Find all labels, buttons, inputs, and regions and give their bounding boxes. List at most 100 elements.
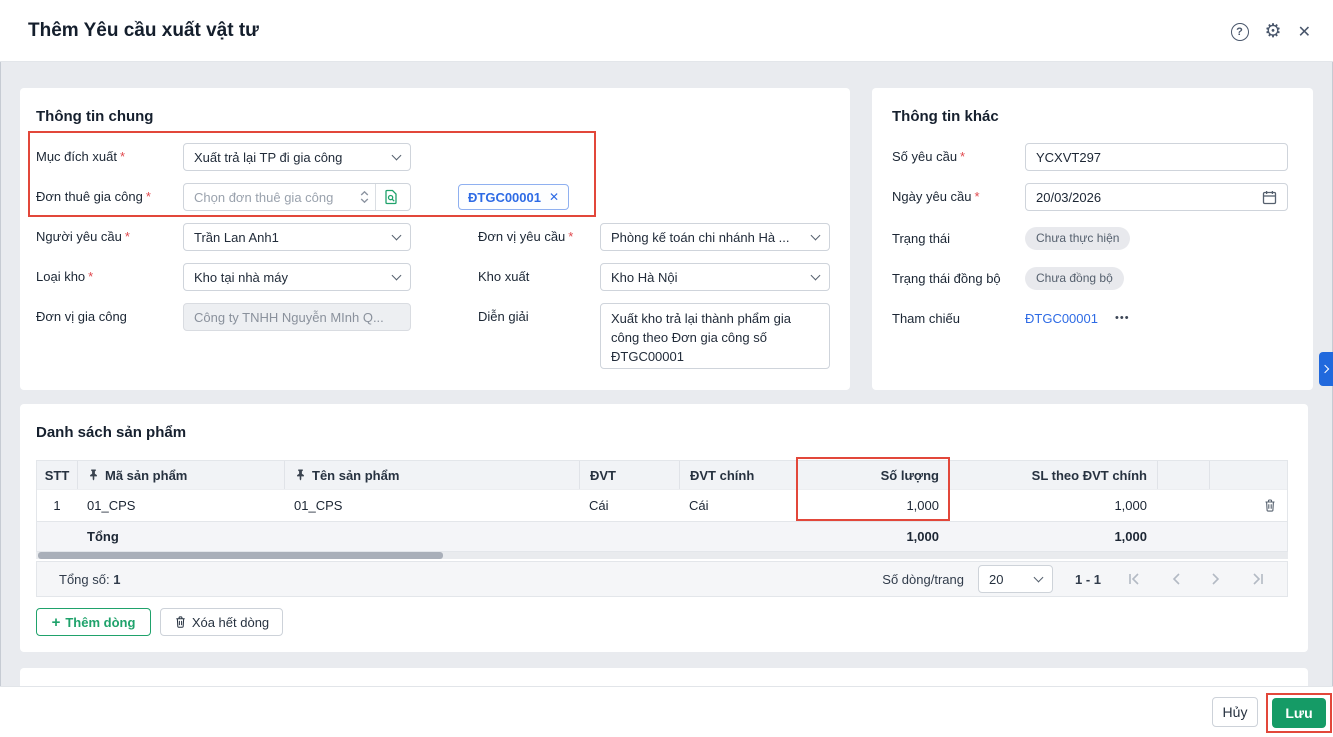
delete-all-rows-button[interactable]: Xóa hết dòng bbox=[160, 608, 283, 636]
column-header-unit[interactable]: ĐVT bbox=[579, 461, 679, 489]
section-title-other: Thông tin khác bbox=[892, 108, 999, 125]
more-icon[interactable]: ••• bbox=[1115, 305, 1130, 333]
cell-actions bbox=[1209, 490, 1287, 521]
gear-icon[interactable]: ⚙ bbox=[1265, 22, 1282, 41]
page-range: 1 - 1 bbox=[1074, 571, 1101, 587]
total-cell-empty bbox=[1157, 522, 1209, 551]
rows-per-page-value: 20 bbox=[988, 571, 1004, 587]
column-header-stt[interactable]: STT bbox=[37, 461, 77, 489]
panel-other-info: Thông tin khác Số yêu cầu * YCXVT297 Ngày… bbox=[872, 88, 1313, 390]
processing-order-combo[interactable]: Chọn đơn thuê gia công bbox=[183, 183, 411, 211]
section-title-products: Danh sách sản phẩm bbox=[36, 424, 187, 441]
scrollbar-thumb[interactable] bbox=[38, 552, 443, 559]
last-page-icon[interactable] bbox=[1251, 573, 1265, 585]
label-sync-status: Trạng thái đồng bộ bbox=[892, 265, 1001, 293]
warehouse-type-select[interactable]: Kho tại nhà máy bbox=[183, 263, 411, 291]
column-header-qty-main-unit[interactable]: SL theo ĐVT chính bbox=[949, 461, 1157, 489]
save-button[interactable]: Lưu bbox=[1272, 698, 1326, 728]
column-header-product-code[interactable]: Mã sản phẩm bbox=[77, 461, 284, 489]
add-row-label: Thêm dòng bbox=[65, 614, 136, 630]
column-header-product-name[interactable]: Tên sản phẩm bbox=[284, 461, 579, 489]
cell-product-code[interactable]: 01_CPS bbox=[77, 490, 284, 521]
label-requester: Người yêu cầu * bbox=[36, 223, 130, 251]
label-request-number: Số yêu cầu * bbox=[892, 143, 965, 171]
chip-remove-icon[interactable]: ✕ bbox=[549, 190, 559, 204]
processing-unit-value: Công ty TNHH Nguyễn MInh Q... bbox=[194, 309, 384, 325]
pagination bbox=[1127, 573, 1265, 585]
cell-qty-main-unit[interactable]: 1,000 bbox=[949, 490, 1157, 521]
required-marker: * bbox=[88, 269, 94, 284]
cell-unit[interactable]: Cái bbox=[579, 490, 679, 521]
label-processing-unit: Đơn vị gia công bbox=[36, 303, 127, 331]
cell-main-unit[interactable]: Cái bbox=[679, 490, 797, 521]
label-text: Mục đích xuất bbox=[36, 149, 117, 164]
total-cell-empty bbox=[284, 522, 579, 551]
export-purpose-select[interactable]: Xuất trả lại TP đi gia công bbox=[183, 143, 411, 171]
column-header-actions bbox=[1209, 461, 1287, 489]
rows-per-page-select[interactable]: 20 bbox=[977, 565, 1053, 593]
label-status: Trạng thái bbox=[892, 225, 950, 253]
delete-row-icon[interactable] bbox=[1263, 498, 1277, 513]
cell-product-name[interactable]: 01_CPS bbox=[284, 490, 579, 521]
warehouse-type-value: Kho tại nhà máy bbox=[194, 269, 288, 285]
total-count-label: Tổng số: bbox=[59, 571, 110, 587]
cancel-button[interactable]: Hủy bbox=[1212, 697, 1258, 727]
total-cell-empty bbox=[37, 522, 77, 551]
requester-select[interactable]: Trần Lan Anh1 bbox=[183, 223, 411, 251]
help-icon[interactable]: ? bbox=[1230, 23, 1249, 41]
panel-product-list: Danh sách sản phẩm STT Mã sản phẩm Tên s… bbox=[20, 404, 1308, 652]
column-header-label: Mã sản phẩm bbox=[105, 467, 188, 483]
request-date-value: 20/03/2026 bbox=[1036, 189, 1102, 205]
export-warehouse-value: Kho Hà Nội bbox=[611, 269, 678, 285]
section-title-general: Thông tin chung bbox=[36, 108, 154, 125]
close-icon[interactable]: ✕ bbox=[1298, 22, 1311, 42]
request-number-value: YCXVT297 bbox=[1036, 149, 1102, 165]
next-page-icon[interactable] bbox=[1211, 573, 1221, 585]
description-textarea[interactable]: Xuất kho trả lại thành phẩm gia công the… bbox=[600, 303, 830, 369]
table-row[interactable]: 1 01_CPS 01_CPS Cái Cái 1,000 1,000 bbox=[37, 489, 1287, 521]
total-cell-empty bbox=[1209, 522, 1287, 551]
bottom-action-bar: Hủy bbox=[0, 686, 1333, 737]
export-warehouse-select[interactable]: Kho Hà Nội bbox=[600, 263, 830, 291]
trash-icon bbox=[174, 615, 187, 629]
panel-general-info: Thông tin chung Mục đích xuất * Xuất trả … bbox=[20, 88, 850, 390]
prev-page-icon[interactable] bbox=[1171, 573, 1181, 585]
request-unit-value: Phòng kế toán chi nhánh Hà ... bbox=[611, 229, 790, 245]
total-cell-empty bbox=[579, 522, 679, 551]
add-row-button[interactable]: + Thêm dòng bbox=[36, 608, 151, 636]
total-quantity: 1,000 bbox=[906, 529, 939, 544]
label-text: Đơn vị gia công bbox=[36, 309, 127, 324]
required-marker: * bbox=[568, 229, 574, 244]
first-page-icon[interactable] bbox=[1127, 573, 1141, 585]
request-unit-select[interactable]: Phòng kế toán chi nhánh Hà ... bbox=[600, 223, 830, 251]
processing-order-placeholder: Chọn đơn thuê gia công bbox=[194, 189, 334, 205]
panel-partial-next-section bbox=[20, 668, 1308, 686]
updown-icon bbox=[360, 190, 369, 204]
pin-icon bbox=[295, 469, 306, 481]
label-text: Người yêu cầu bbox=[36, 229, 122, 244]
side-panel-toggle[interactable] bbox=[1319, 352, 1333, 386]
required-marker: * bbox=[145, 189, 151, 204]
calendar-icon[interactable] bbox=[1262, 190, 1277, 205]
column-header-label: Tên sản phẩm bbox=[312, 467, 400, 483]
label-text: Kho xuất bbox=[478, 269, 530, 284]
reference-link[interactable]: ĐTGC00001 bbox=[1025, 305, 1098, 333]
required-marker: * bbox=[124, 229, 130, 244]
total-qty-main-unit: 1,000 bbox=[1114, 529, 1147, 544]
cell-quantity[interactable]: 1,000 bbox=[797, 490, 949, 521]
label-text: Diễn giải bbox=[478, 309, 529, 324]
label-export-purpose: Mục đích xuất * bbox=[36, 143, 125, 171]
label-reference: Tham chiếu bbox=[892, 305, 960, 333]
selected-order-chip[interactable]: ĐTGC00001 ✕ bbox=[458, 184, 570, 210]
required-marker: * bbox=[119, 149, 125, 164]
label-text: Trạng thái bbox=[892, 231, 951, 246]
column-header-quantity[interactable]: Số lượng bbox=[797, 461, 949, 489]
column-header-main-unit[interactable]: ĐVT chính bbox=[679, 461, 797, 489]
export-purpose-value: Xuất trả lại TP đi gia công bbox=[194, 149, 343, 165]
required-marker: * bbox=[960, 149, 966, 164]
request-number-input[interactable]: YCXVT297 bbox=[1025, 143, 1288, 171]
request-date-input[interactable]: 20/03/2026 bbox=[1025, 183, 1288, 211]
document-search-icon[interactable] bbox=[376, 184, 406, 210]
label-text: Ngày yêu cầu bbox=[892, 189, 972, 204]
modal-header: Thêm Yêu cầu xuất vật tư ? ⚙ ✕ bbox=[0, 0, 1333, 62]
